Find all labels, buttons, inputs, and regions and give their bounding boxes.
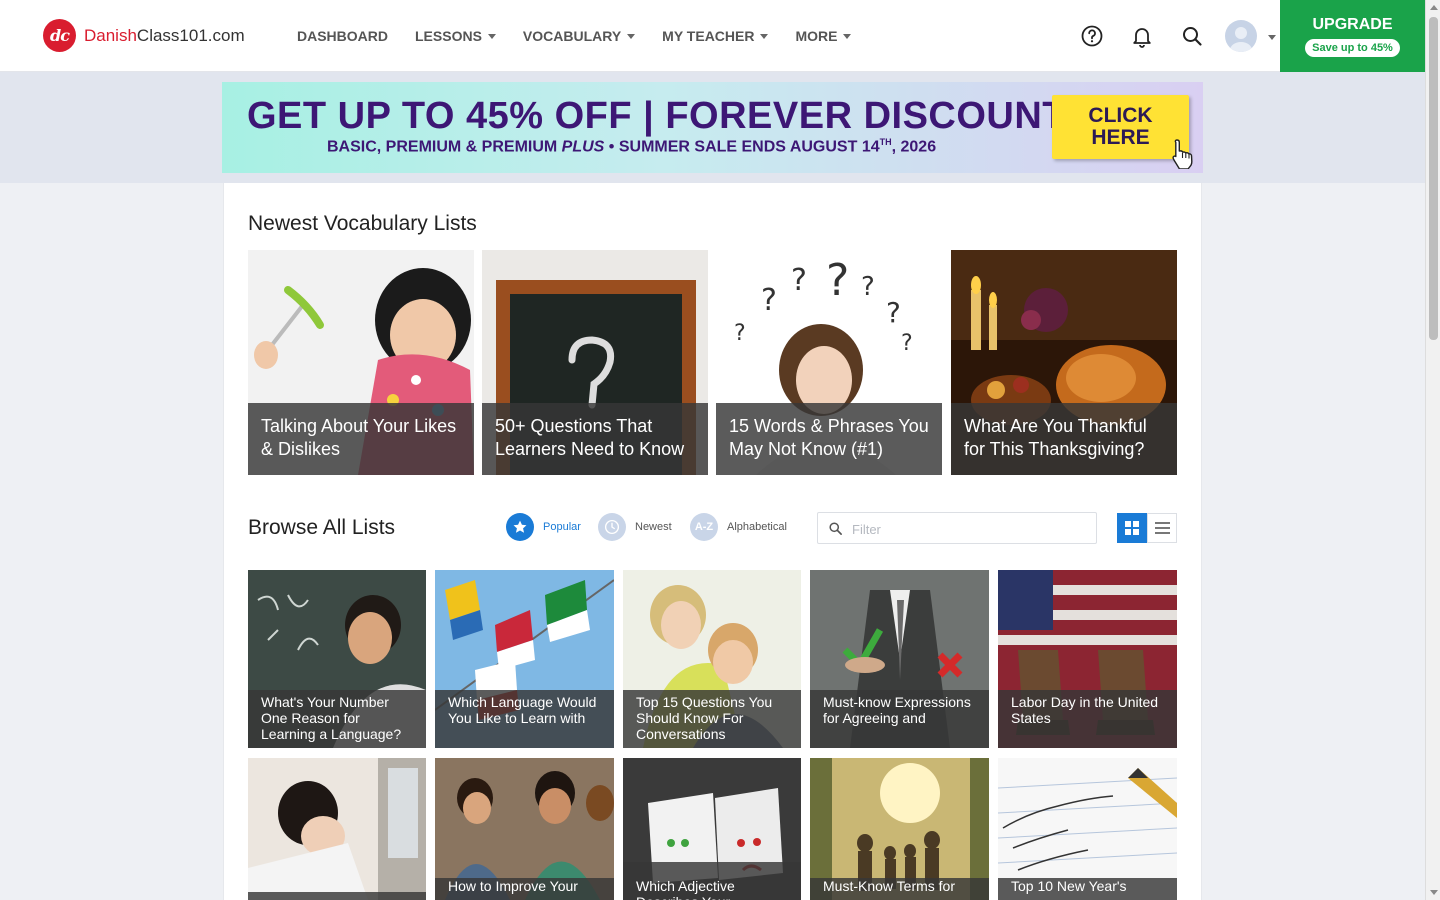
chevron-down-icon: [760, 33, 769, 39]
search-icon[interactable]: [1180, 24, 1204, 48]
svg-text:?: ?: [886, 296, 901, 329]
nav-lessons[interactable]: LESSONS: [415, 28, 496, 44]
list-title: Which Adjective Describes Your: [623, 862, 801, 900]
vocab-list-tile[interactable]: Which Adjective Describes Your: [623, 758, 801, 900]
vocab-list-tile[interactable]: Which Language Would You Like to Learn w…: [435, 570, 614, 748]
chevron-down-icon: [627, 33, 636, 39]
click-here-button[interactable]: CLICK HERE: [1052, 95, 1189, 159]
chevron-down-icon: [487, 33, 496, 39]
list-image: [248, 758, 426, 900]
promo-banner[interactable]: GET UP TO 45% OFF | FOREVER DISCOUNT BAS…: [222, 82, 1203, 173]
list-title: [248, 892, 426, 900]
list-title: 15 Words & Phrases You May Not Know (#1): [716, 403, 942, 475]
banner-subline: BASIC, PREMIUM & PREMIUM PLUS • SUMMER S…: [327, 137, 937, 156]
help-icon[interactable]: [1080, 24, 1104, 48]
vocab-list-tile[interactable]: 50+ Questions That Learners Need to Know: [482, 250, 708, 475]
grid-view-icon[interactable]: [1117, 513, 1147, 543]
scroll-up-arrow[interactable]: [1430, 5, 1438, 10]
svg-text:?: ?: [761, 283, 777, 318]
vocab-list-tile[interactable]: Must-know Expressions for Agreeing and: [810, 570, 989, 748]
svg-text:?: ?: [826, 255, 849, 306]
list-view-icon[interactable]: [1147, 513, 1177, 543]
sort-alphabetical[interactable]: A-Z Alphabetical: [690, 513, 787, 541]
search-icon: [829, 522, 842, 535]
scroll-thumb[interactable]: [1429, 17, 1438, 340]
browse-lists-title: Browse All Lists: [248, 516, 396, 539]
filter-input[interactable]: [852, 519, 1087, 539]
site-logo[interactable]: dc DanishClass101.com: [43, 19, 245, 52]
sort-popular[interactable]: Popular: [506, 513, 581, 541]
upgrade-badge: Save up to 45%: [1305, 39, 1400, 57]
nav-more[interactable]: MORE: [795, 28, 852, 44]
vocab-list-tile[interactable]: Top 10 New Year's: [998, 758, 1177, 900]
az-icon: A-Z: [690, 513, 718, 541]
svg-text:?: ?: [861, 272, 875, 302]
list-title: Talking About Your Likes & Dislikes: [248, 403, 474, 475]
svg-text:?: ?: [734, 321, 746, 346]
vocab-list-tile[interactable]: Labor Day in the United States: [998, 570, 1177, 748]
list-title: Top 10 New Year's: [998, 878, 1177, 900]
svg-text:?: ?: [901, 331, 913, 356]
clock-icon: [598, 513, 626, 541]
page-scrollbar[interactable]: [1425, 0, 1440, 900]
logo-mark: dc: [43, 19, 76, 52]
vocab-list-tile[interactable]: Top 15 Questions You Should Know For Con…: [623, 570, 801, 748]
list-title: Must-know Expressions for Agreeing and: [810, 690, 989, 748]
svg-text:?: ?: [791, 263, 807, 298]
sort-newest[interactable]: Newest: [598, 513, 672, 541]
main-nav: DASHBOARD LESSONS VOCABULARY MY TEACHER …: [297, 28, 878, 44]
scroll-down-arrow[interactable]: [1430, 890, 1438, 895]
nav-my-teacher[interactable]: MY TEACHER: [662, 28, 769, 44]
upgrade-button[interactable]: UPGRADE Save up to 45%: [1280, 0, 1425, 72]
nav-dashboard[interactable]: DASHBOARD: [297, 28, 388, 44]
chevron-down-icon: [843, 33, 852, 39]
vocab-list-tile[interactable]: Must-Know Terms for: [810, 758, 989, 900]
nav-vocabulary[interactable]: VOCABULARY: [523, 28, 636, 44]
pointer-hand-icon: [1170, 137, 1198, 173]
list-title: Labor Day in the United States: [998, 690, 1177, 748]
list-title: What Are You Thankful for This Thanksgiv…: [951, 403, 1177, 475]
list-title: What's Your Number One Reason for Learni…: [248, 690, 426, 748]
vocab-list-tile[interactable]: Talking About Your Likes & Dislikes: [248, 250, 474, 475]
list-title: Must-Know Terms for: [810, 878, 989, 900]
star-icon: [506, 513, 534, 541]
newest-lists-title: Newest Vocabulary Lists: [248, 212, 477, 235]
banner-headline: GET UP TO 45% OFF | FOREVER DISCOUNT: [247, 95, 1067, 137]
avatar[interactable]: [1225, 20, 1257, 52]
bell-icon[interactable]: [1130, 24, 1154, 48]
chevron-down-icon[interactable]: [1268, 35, 1276, 40]
list-title: 50+ Questions That Learners Need to Know: [482, 403, 708, 475]
list-title: Which Language Would You Like to Learn w…: [435, 690, 614, 748]
vocab-list-tile[interactable]: What Are You Thankful for This Thanksgiv…: [951, 250, 1177, 475]
vocab-list-tile[interactable]: [248, 758, 426, 900]
vocab-list-tile[interactable]: How to Improve Your: [435, 758, 614, 900]
list-title: How to Improve Your: [435, 878, 614, 900]
top-header: dc DanishClass101.com DASHBOARD LESSONS …: [0, 0, 1425, 72]
list-title: Top 15 Questions You Should Know For Con…: [623, 690, 801, 748]
logo-wordmark: DanishClass101.com: [84, 25, 245, 45]
vocab-list-tile[interactable]: What's Your Number One Reason for Learni…: [248, 570, 426, 748]
vocab-list-tile[interactable]: ? ? ? ? ? ? ? 15 Words & Phrases You May…: [716, 250, 942, 475]
filter-box: [817, 512, 1097, 544]
